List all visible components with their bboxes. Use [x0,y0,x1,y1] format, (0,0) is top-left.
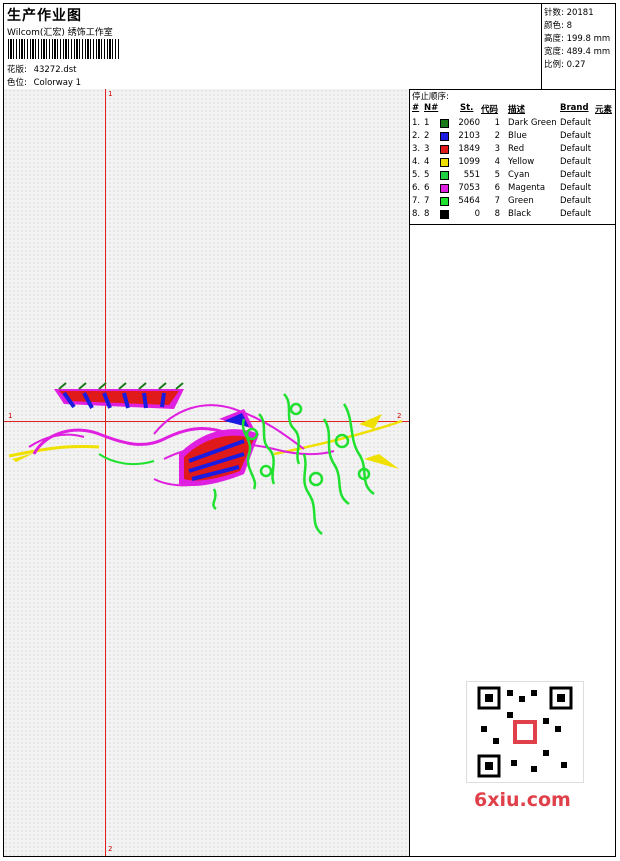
design-canvas: 1 2 1 2 [4,89,409,856]
cell-desc: Green [508,196,534,206]
phoenix-embroidery-design [8,382,403,535]
stat-width: 宽度: 489.4 mm [544,47,611,57]
cell-desc: Black [508,209,531,219]
cell-num: 5. [412,170,421,180]
stats-box: 针数: 20181 颜色: 8 高度: 199.8 mm 宽度: 489.4 m… [541,4,616,89]
cell-stitches: 7053 [458,183,480,193]
cell-no: 4 [424,157,430,167]
stat-colors: 颜色: 8 [544,21,572,31]
cell-num: 6. [412,183,421,193]
cell-brand: Default [560,131,592,141]
cell-brand: Default [560,144,592,154]
col-header-no: N# [424,103,439,113]
cell-no: 6 [424,183,430,193]
cell-num: 3. [412,144,421,154]
cell-desc: Dark Green [508,118,557,128]
stop-sequence-title: 停止顺序: [412,92,449,102]
qr-pattern [477,686,573,778]
cell-stitches: 1099 [458,157,480,167]
cell-num: 2. [412,131,421,141]
colorway-label: 色位: [7,78,27,88]
cell-num: 8. [412,209,421,219]
color-swatch [440,145,449,154]
col-header-code: 代码 [481,105,499,115]
design-value: 43272.dst [33,65,77,75]
watermark-text: 6xiu.com [474,789,571,811]
table-row: 1. 1 2060 1 Dark Green Default [410,118,616,131]
cell-code: 2 [494,131,500,141]
col-header-desc: 描述 [508,105,526,115]
design-row: 花版: 43272.dst [7,63,76,75]
col-header-brand: Brand [560,103,589,113]
colorway-row: 色位: Colorway 1 [7,76,81,88]
cell-no: 5 [424,170,430,180]
col-header-num: # [412,103,420,113]
cell-num: 1. [412,118,421,128]
stat-height: 高度: 199.8 mm [544,34,611,44]
cell-no: 1 [424,118,430,128]
axis-label-v-top: 1 [108,90,113,98]
cell-stitches: 2103 [458,131,480,141]
stop-sequence-table: 停止顺序: # N# St. 代码 描述 Brand 元素 1. 1 2060 1 Da… [410,89,616,225]
table-row: 3. 3 1849 3 Red Default [410,144,616,157]
cell-brand: Default [560,118,592,128]
cell-code: 4 [494,157,500,167]
cell-no: 2 [424,131,430,141]
cell-stitches: 5464 [458,196,480,206]
cell-no: 7 [424,196,430,206]
cell-no: 3 [424,144,430,154]
cell-stitches: 0 [474,209,480,219]
color-swatch [440,132,449,141]
cell-stitches: 2060 [458,118,480,128]
table-row: 2. 2 2103 2 Blue Default [410,131,616,144]
cell-stitches: 1849 [458,144,480,154]
color-swatch [440,119,449,128]
table-row: 6. 6 7053 6 Magenta Default [410,183,616,196]
cell-brand: Default [560,170,592,180]
colorway-value: Colorway 1 [33,78,82,88]
cell-code: 3 [494,144,500,154]
col-header-stitches: St. [460,103,474,113]
cell-brand: Default [560,157,592,167]
table-row: 7. 7 5464 7 Green Default [410,196,616,209]
page-subtitle: Wilcom(汇宏) 绣饰工作室 [7,28,113,38]
color-swatch [440,197,449,206]
cell-desc: Cyan [508,170,530,180]
cell-brand: Default [560,183,592,193]
page-title: 生产作业图 [7,8,82,24]
cell-desc: Blue [508,131,527,141]
cell-num: 7. [412,196,421,206]
qr-code-icon [466,681,584,783]
col-header-element: 元素 [595,105,613,115]
cell-num: 4. [412,157,421,167]
cell-code: 6 [494,183,500,193]
cell-code: 8 [494,209,500,219]
stat-stitches: 针数: 20181 [544,8,594,18]
cell-desc: Red [508,144,525,154]
cell-no: 8 [424,209,430,219]
cell-code: 7 [494,196,500,206]
color-swatch [440,171,449,180]
cell-brand: Default [560,196,592,206]
header: 生产作业图 Wilcom(汇宏) 绣饰工作室 花版: 43272.dst 色位:… [4,4,615,90]
color-swatch [440,184,449,193]
table-row: 4. 4 1099 4 Yellow Default [410,157,616,170]
table-row: 5. 5 551 5 Cyan Default [410,170,616,183]
table-row: 8. 8 0 8 Black Default [410,209,616,222]
cell-code: 1 [494,118,500,128]
cell-stitches: 551 [463,170,480,180]
cell-brand: Default [560,209,592,219]
cell-desc: Yellow [508,157,535,167]
stat-scale: 比例: 0.27 [544,60,586,70]
color-swatch [440,158,449,167]
cell-code: 5 [494,170,500,180]
design-label: 花版: [7,65,27,75]
barcode-icon [8,39,120,59]
cell-desc: Magenta [508,183,546,193]
color-swatch [440,210,449,219]
axis-label-v-bottom: 2 [108,845,113,853]
